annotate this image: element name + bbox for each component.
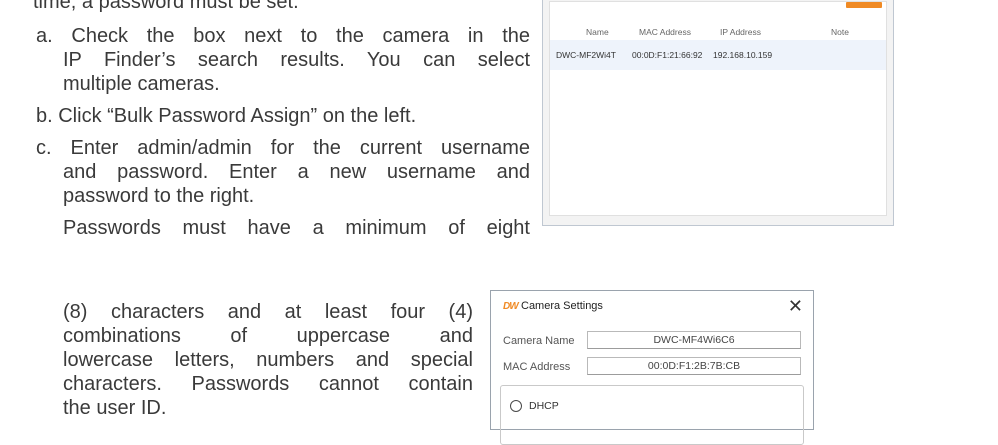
dialog-titlebar: DW Camera Settings ✕	[491, 291, 813, 321]
password-rule-line-1: Passwords must have a minimum of eight	[63, 217, 530, 239]
password-rule-line-2: (8) characters and at least four (4)	[63, 301, 473, 323]
password-rule-line-6: the user ID.	[63, 397, 167, 419]
cell-ip: 192.168.10.159	[713, 50, 773, 60]
camera-name-label: Camera Name	[503, 335, 575, 347]
step-a-line-1: a. Check the box next to the camera in t…	[36, 25, 530, 47]
results-table: Name MAC Address IP Address Note DWC-MF2…	[549, 1, 887, 216]
ip-settings-group: DHCP	[500, 385, 804, 445]
mac-address-field[interactable]: 00:0D:F1:2B:7B:CB	[587, 357, 801, 375]
password-rule-line-5: characters. Passwords cannot contain	[63, 373, 473, 395]
step-a-line-2: IP Finder’s search results. You can sele…	[63, 49, 530, 71]
table-header: Name MAC Address IP Address Note	[550, 25, 886, 39]
dhcp-radio[interactable]	[510, 400, 522, 412]
mac-address-label: MAC Address	[503, 361, 571, 373]
password-rule-line-4: lowercase letters, numbers and special	[63, 349, 473, 371]
ip-finder-screenshot: Name MAC Address IP Address Note DWC-MF2…	[542, 0, 894, 226]
column-header-mac[interactable]: MAC Address	[639, 27, 691, 37]
step-a-line-3: multiple cameras.	[63, 73, 220, 95]
cell-name: DWC-MF2Wi4T	[556, 50, 616, 60]
step-c-line-1: c. Enter admin/admin for the current use…	[36, 137, 530, 159]
table-row[interactable]: DWC-MF2Wi4T 00:0D:F1:21:66:92 192.168.10…	[550, 40, 886, 70]
camera-settings-dialog: DW Camera Settings ✕ Camera Name DWC-MF4…	[490, 290, 814, 445]
password-rule-line-3: combinations of uppercase and	[63, 325, 473, 347]
text-line: time, a password must be set.	[33, 0, 299, 13]
column-header-note[interactable]: Note	[831, 27, 849, 37]
cell-mac: 00:0D:F1:21:66:92	[632, 50, 703, 60]
column-header-ip[interactable]: IP Address	[720, 27, 761, 37]
dialog-title: Camera Settings	[521, 300, 603, 312]
step-c-line-3: password to the right.	[63, 185, 255, 207]
camera-name-field[interactable]: DWC-MF4Wi6C6	[587, 331, 801, 349]
close-icon[interactable]: ✕	[788, 296, 803, 317]
assign-button[interactable]	[846, 2, 882, 8]
dw-logo: DW	[503, 301, 519, 312]
dhcp-label: DHCP	[529, 400, 559, 412]
step-b-line: b. Click “Bulk Password Assign” on the l…	[36, 105, 417, 127]
step-c-line-2: and password. Enter a new username and	[63, 161, 530, 183]
column-header-name[interactable]: Name	[586, 27, 609, 37]
